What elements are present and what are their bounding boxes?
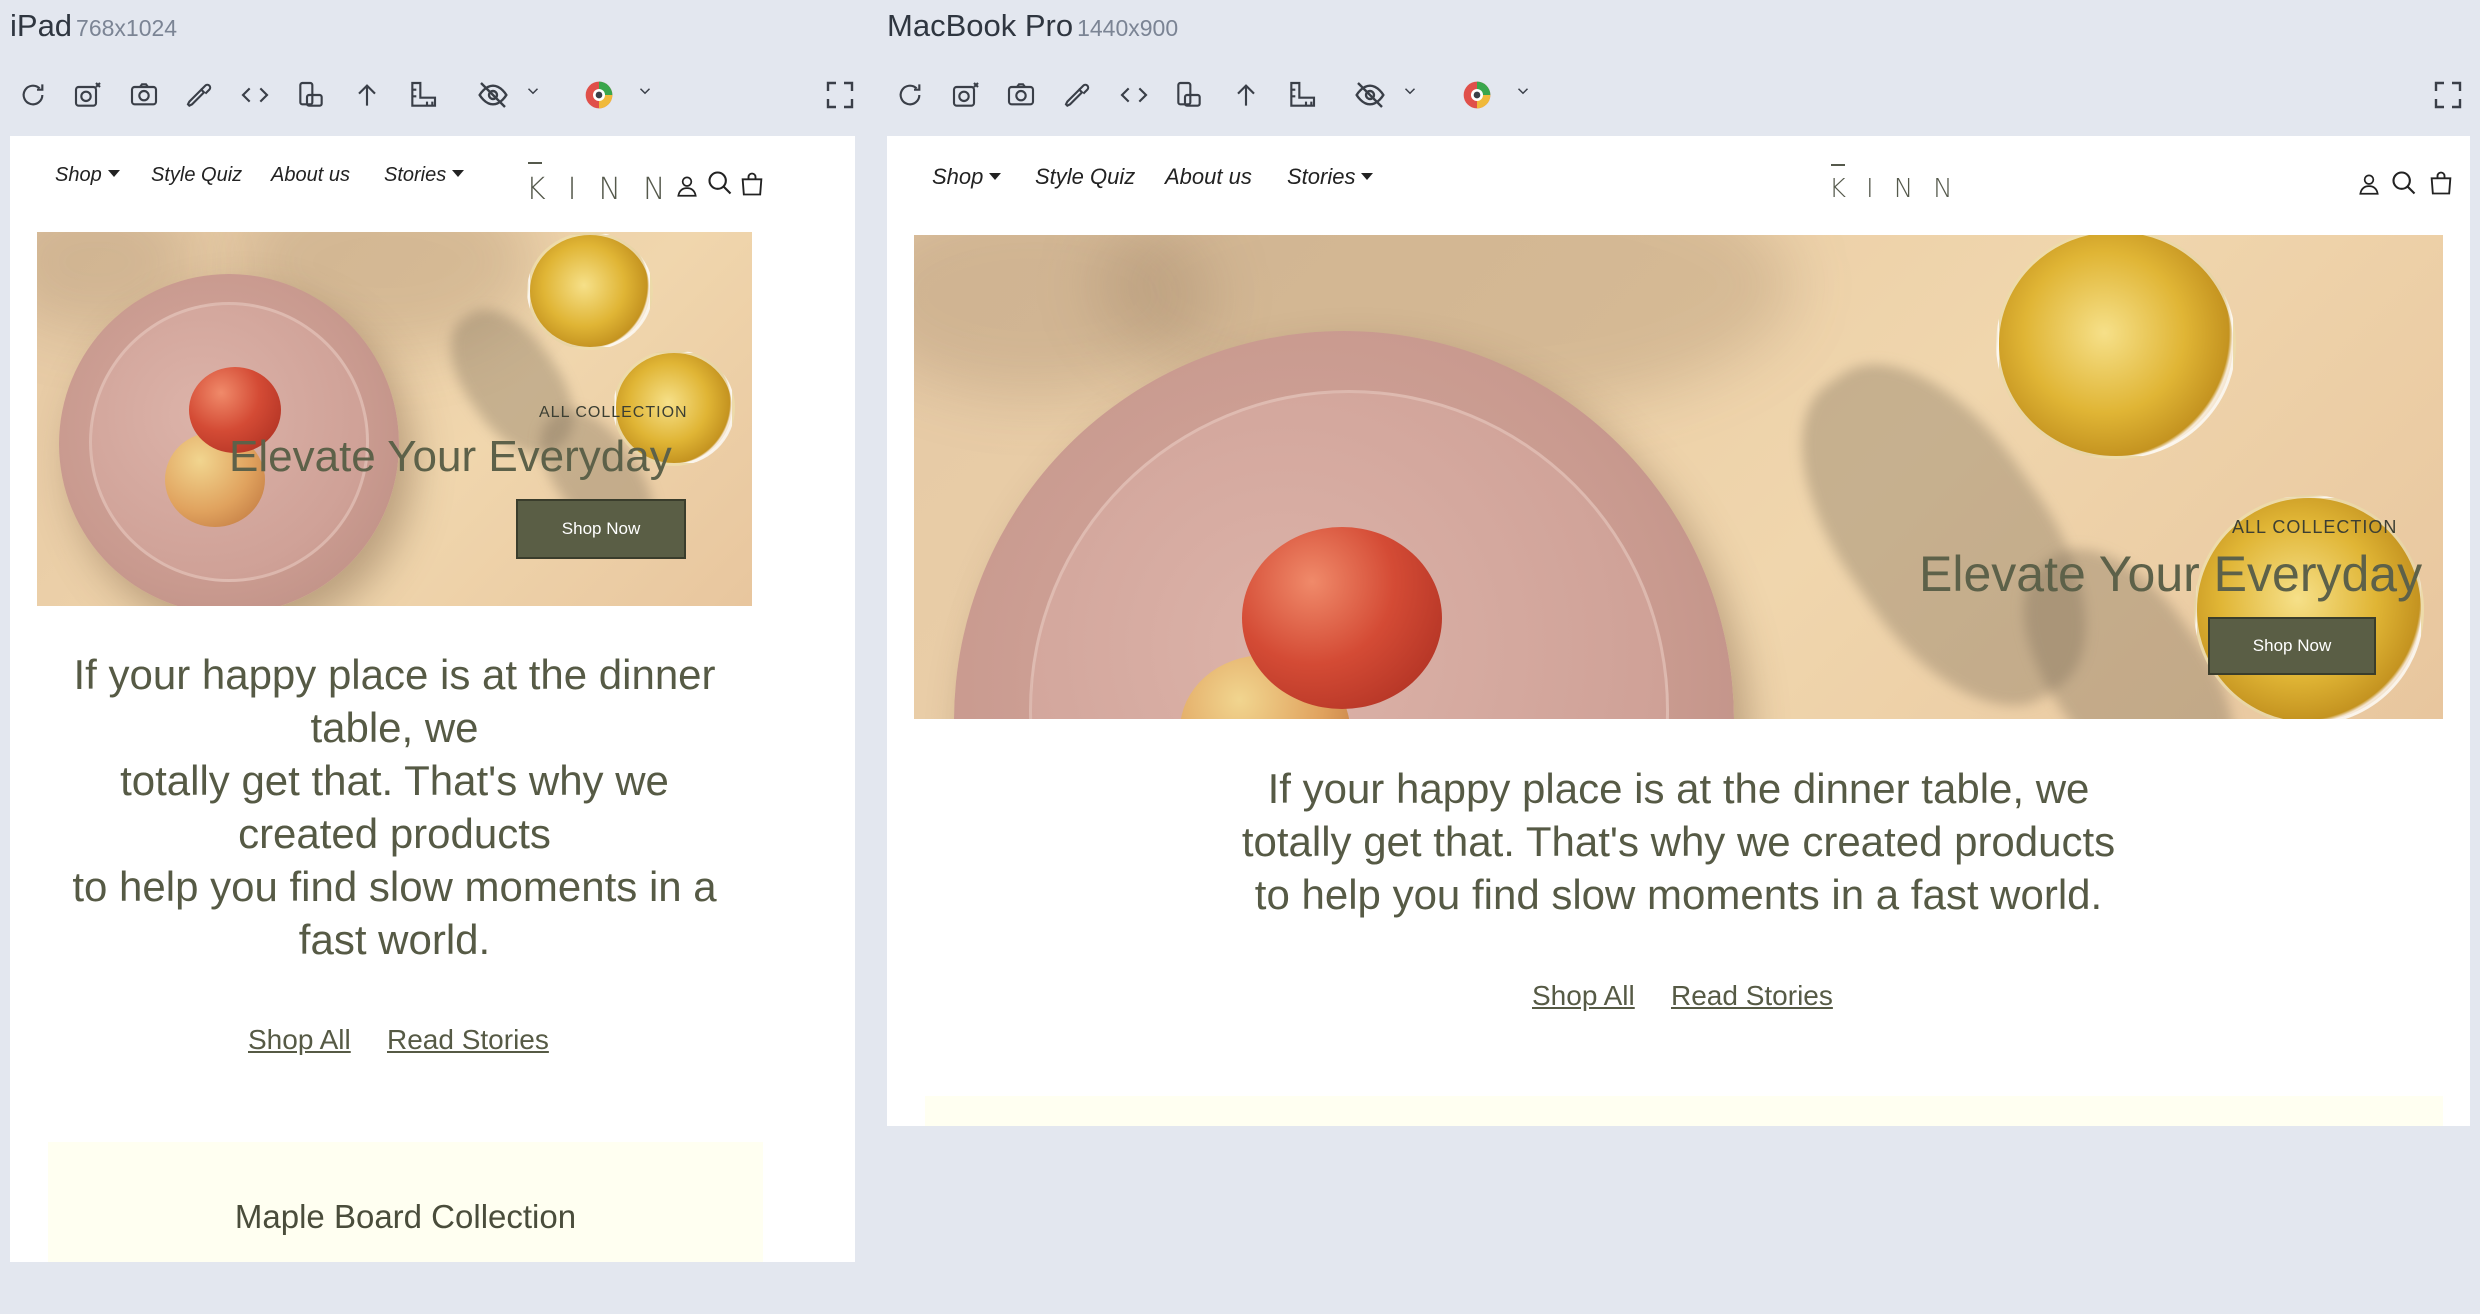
device-toolbar — [10, 72, 855, 118]
code-icon[interactable] — [234, 72, 276, 118]
nav-style-quiz[interactable]: Style Quiz — [151, 164, 242, 187]
site-nav: Shop Style Quiz About us Stories KINN — [887, 136, 2470, 226]
hero-banner: ALL COLLECTION Elevate Your Everyday Sho… — [37, 232, 752, 606]
tagline: If your happy place is at the dinner tab… — [914, 762, 2443, 921]
rotate-device-icon[interactable] — [290, 72, 332, 118]
color-blind-icon[interactable] — [1456, 72, 1498, 118]
cart-icon[interactable] — [738, 169, 766, 199]
nav-about[interactable]: About us — [271, 164, 350, 187]
ruler-icon[interactable] — [1281, 72, 1323, 118]
visibility-icon[interactable] — [1349, 72, 1391, 118]
logo-accent — [1831, 164, 1845, 166]
nav-stories[interactable]: Stories — [384, 164, 465, 187]
nav-stories-label: Stories — [384, 164, 447, 186]
logo-text: KINN — [1829, 174, 1973, 204]
chevron-down-icon[interactable] — [522, 80, 544, 102]
promo-section — [925, 1096, 2443, 1126]
ruler-icon[interactable] — [402, 72, 444, 118]
tagline: If your happy place is at the dinner tab… — [37, 648, 752, 966]
nav-shop[interactable]: Shop — [932, 164, 1002, 190]
tagline-line: If your happy place is at the dinner — [73, 651, 716, 698]
glass-illustration — [1996, 235, 2236, 459]
visibility-icon[interactable] — [472, 72, 514, 118]
nav-about[interactable]: About us — [1165, 164, 1252, 190]
hero-title: Elevate Your Everyday — [229, 432, 672, 481]
shop-all-link[interactable]: Shop All — [248, 1024, 351, 1056]
tagline-line: fast world. — [298, 916, 491, 963]
search-icon[interactable] — [2390, 169, 2418, 197]
nav-style-quiz-label: Style Quiz — [1035, 164, 1136, 189]
color-blind-icon[interactable] — [578, 72, 620, 118]
device-toolbar — [887, 72, 2470, 118]
tagline-line: created products — [238, 810, 551, 857]
device-title: iPad 768x1024 — [10, 8, 177, 44]
hero-eyebrow: ALL COLLECTION — [2232, 517, 2398, 537]
nav-about-label: About us — [1165, 164, 1252, 189]
refresh-icon[interactable] — [889, 72, 931, 118]
tagline-line: If your happy place is at the dinner tab… — [1267, 765, 2090, 812]
caret-down-icon — [989, 172, 1002, 180]
camera-icon[interactable] — [1000, 72, 1042, 118]
scroll-up-icon[interactable] — [1225, 72, 1267, 118]
tagline-line: table, we — [310, 704, 479, 751]
chevron-down-icon[interactable] — [1399, 80, 1421, 102]
nav-style-quiz-label: Style Quiz — [151, 164, 243, 186]
macbook-viewport: Shop Style Quiz About us Stories KINN AL… — [887, 136, 2470, 1126]
fullscreen-icon[interactable] — [2427, 72, 2469, 118]
device-name: MacBook Pro — [887, 8, 1074, 43]
nav-about-label: About us — [271, 164, 350, 186]
refresh-icon[interactable] — [12, 72, 54, 118]
tagline-line: totally get that. That's why we created … — [1241, 818, 2116, 865]
read-stories-link[interactable]: Read Stories — [1671, 980, 1833, 1012]
account-icon[interactable] — [674, 172, 700, 200]
shop-now-button[interactable]: Shop Now — [2208, 617, 2376, 675]
nav-shop-label: Shop — [55, 164, 102, 186]
kinn-logo[interactable]: KINN — [1829, 164, 1973, 204]
nav-stories-label: Stories — [1287, 164, 1356, 189]
device-size: 768x1024 — [76, 15, 178, 41]
read-stories-link[interactable]: Read Stories — [387, 1024, 549, 1056]
screenshot-timer-icon[interactable] — [67, 72, 109, 118]
device-title: MacBook Pro 1440x900 — [887, 8, 1178, 44]
camera-icon[interactable] — [123, 72, 165, 118]
promo-title: Maple Board Collection — [234, 1198, 577, 1235]
eyedropper-icon[interactable] — [1057, 72, 1099, 118]
logo-text: KINN — [526, 172, 688, 207]
caret-down-icon — [107, 170, 120, 178]
nav-style-quiz[interactable]: Style Quiz — [1035, 164, 1135, 190]
site-nav: Shop Style Quiz About us Stories KINN — [10, 136, 855, 226]
hero-eyebrow: ALL COLLECTION — [539, 404, 688, 421]
screenshot-timer-icon[interactable] — [945, 72, 987, 118]
nav-stories[interactable]: Stories — [1287, 164, 1374, 190]
tagline-line: totally get that. That's why we — [120, 757, 669, 804]
cart-icon[interactable] — [2427, 168, 2455, 198]
rotate-device-icon[interactable] — [1168, 72, 1210, 118]
hero-title: Elevate Your Everyday — [1919, 546, 2423, 602]
nav-shop[interactable]: Shop — [55, 164, 120, 187]
kinn-logo[interactable]: KINN — [526, 162, 688, 207]
ipad-viewport: Shop Style Quiz About us Stories KINN AL… — [10, 136, 855, 1262]
chevron-down-icon[interactable] — [634, 80, 656, 102]
fullscreen-icon[interactable] — [819, 72, 861, 118]
nav-shop-label: Shop — [932, 164, 984, 189]
search-icon[interactable] — [706, 169, 734, 197]
code-icon[interactable] — [1113, 72, 1155, 118]
tagline-line: to help you find slow moments in a — [72, 863, 717, 910]
eyedropper-icon[interactable] — [179, 72, 221, 118]
shop-all-link[interactable]: Shop All — [1532, 980, 1635, 1012]
device-size: 1440x900 — [1077, 15, 1179, 41]
shop-now-button[interactable]: Shop Now — [516, 499, 686, 559]
caret-down-icon — [1361, 172, 1374, 180]
device-name: iPad — [10, 8, 73, 43]
promo-section: Maple Board Collection — [48, 1142, 763, 1262]
chevron-down-icon[interactable] — [1512, 80, 1534, 102]
tagline-line: to help you find slow moments in a fast … — [1254, 871, 2103, 918]
apple-illustration — [1242, 527, 1442, 709]
scroll-up-icon[interactable] — [346, 72, 388, 118]
account-icon[interactable] — [2356, 170, 2382, 198]
caret-down-icon — [452, 170, 465, 178]
hero-banner: ALL COLLECTION Elevate Your Everyday Sho… — [914, 235, 2443, 719]
logo-accent — [528, 162, 542, 164]
glass-illustration — [527, 232, 653, 350]
